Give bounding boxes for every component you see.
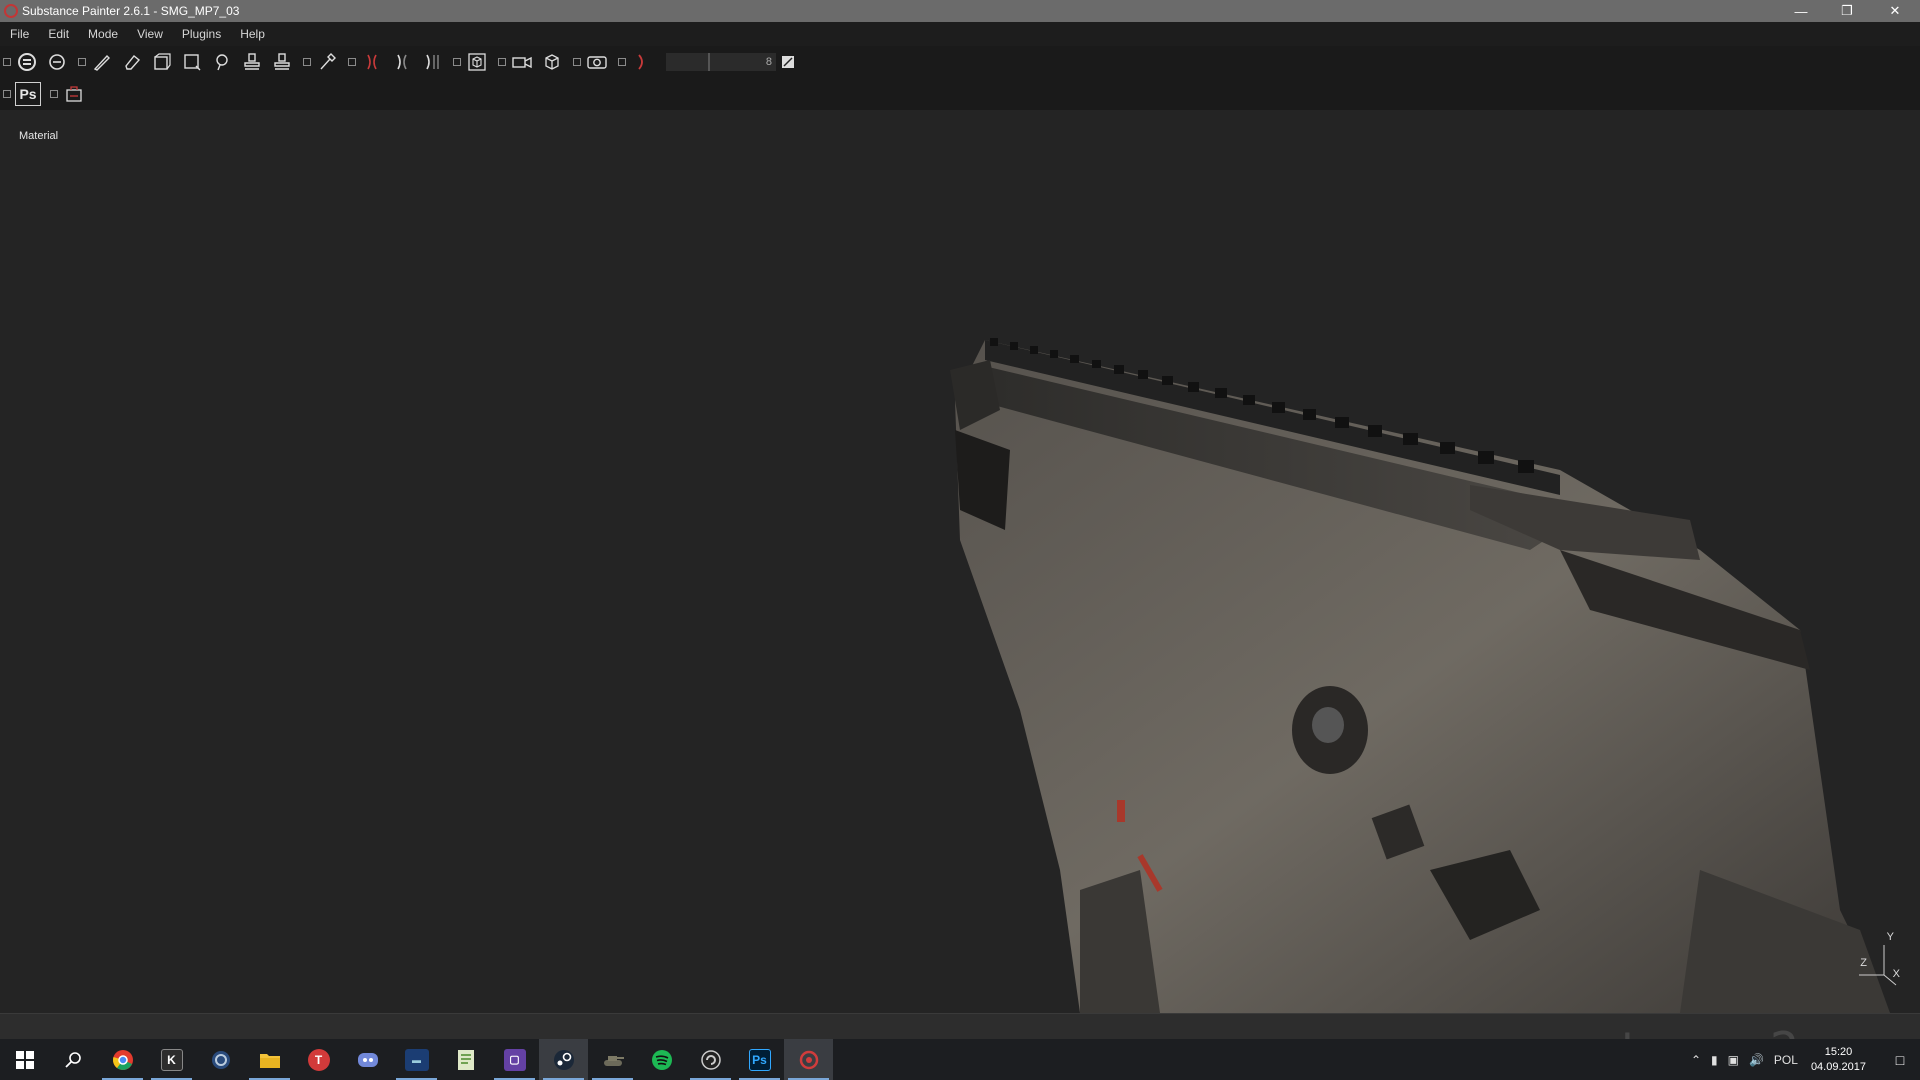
brush-size-slider[interactable]: 8 — [666, 53, 776, 71]
restore-button[interactable]: ❐ — [1824, 0, 1870, 22]
camera-icon[interactable] — [510, 50, 534, 74]
photoshop-export-button[interactable]: Ps — [15, 82, 41, 106]
picker-icon[interactable] — [315, 50, 339, 74]
substance-app-icon — [4, 4, 18, 18]
export-plugin-icon[interactable] — [62, 82, 86, 106]
close-button[interactable]: ✕ — [1870, 0, 1920, 22]
menu-help[interactable]: Help — [240, 27, 265, 41]
axis-gizmo — [1859, 945, 1897, 986]
detach-icon[interactable] — [3, 58, 11, 66]
clone-icon[interactable] — [240, 50, 264, 74]
detach-icon[interactable] — [573, 58, 581, 66]
chrome-icon[interactable] — [98, 1039, 147, 1080]
volume-icon[interactable]: 🔊 — [1749, 1053, 1764, 1067]
menu-plugins[interactable]: Plugins — [182, 27, 221, 41]
tank-game-icon[interactable] — [588, 1039, 637, 1080]
clock-date: 04.09.2017 — [1810, 1060, 1866, 1073]
notepad-icon[interactable] — [441, 1039, 490, 1080]
clock-time: 15:20 — [1824, 1045, 1853, 1058]
system-tray: ⌃ ▮ ▣ 🔊 POL 15:20 04.09.2017 □ — [1686, 1039, 1920, 1080]
substance-logo-icon[interactable] — [15, 50, 39, 74]
plugins-toolbar: Ps — [0, 78, 1920, 110]
minimize-button[interactable]: — — [1778, 0, 1824, 22]
axis-z-label: Z — [1860, 957, 1867, 969]
project-icon[interactable] — [45, 50, 69, 74]
gimp-icon[interactable] — [686, 1039, 735, 1080]
teamspeak-icon[interactable] — [196, 1039, 245, 1080]
axis-x-label: X — [1892, 968, 1900, 980]
show-hidden-icons-icon[interactable]: ⌃ — [1691, 1053, 1701, 1067]
clone-stamp-icon[interactable] — [270, 50, 294, 74]
menu-view[interactable]: View — [137, 27, 163, 41]
substance-painter-icon[interactable] — [784, 1039, 833, 1080]
cube-icon[interactable] — [465, 50, 489, 74]
detach-icon[interactable] — [50, 90, 58, 98]
steam-icon[interactable] — [539, 1039, 588, 1080]
t-app-icon[interactable]: T — [294, 1039, 343, 1080]
symmetry-icon[interactable] — [360, 50, 384, 74]
mirror-icon[interactable] — [390, 50, 414, 74]
tools-toolbar: 8 — [0, 46, 1920, 78]
discord-icon[interactable] — [343, 1039, 392, 1080]
eraser-icon[interactable] — [120, 50, 144, 74]
photoshop-icon[interactable]: Ps — [735, 1039, 784, 1080]
smudge-icon[interactable] — [210, 50, 234, 74]
ring-icon[interactable] — [630, 50, 654, 74]
window-title: Substance Painter 2.6.1 - SMG_MP7_03 — [22, 4, 240, 18]
detach-icon[interactable] — [3, 90, 11, 98]
screenshot-icon[interactable] — [585, 50, 609, 74]
axis-y-label: Y — [1886, 931, 1894, 943]
paint-brush-icon[interactable] — [90, 50, 114, 74]
slider-knob[interactable] — [708, 53, 710, 71]
menu-edit[interactable]: Edit — [48, 27, 69, 41]
brush-size-value: 8 — [765, 56, 772, 68]
windows-taskbar: K T ▬ ▢ Ps ⌃ ▮ ▣ 🔊 POL 15:20 04.09.2017 … — [0, 1039, 1920, 1080]
menu-bar: File Edit Mode View Plugins Help — [0, 22, 1920, 46]
clock[interactable]: 15:20 04.09.2017 — [1811, 1045, 1866, 1075]
polygon-fill-icon[interactable] — [180, 50, 204, 74]
notifications-icon[interactable]: □ — [1880, 1039, 1920, 1080]
search-icon[interactable] — [49, 1039, 98, 1080]
menu-file[interactable]: File — [10, 27, 29, 41]
file-explorer-icon[interactable] — [245, 1039, 294, 1080]
edit-value-icon[interactable] — [776, 50, 800, 74]
detach-icon[interactable] — [618, 58, 626, 66]
detach-icon[interactable] — [453, 58, 461, 66]
3d-viewport[interactable]: Material Y Z X — [0, 110, 1920, 1013]
network-icon[interactable]: ▣ — [1728, 1053, 1739, 1067]
smg-model — [950, 338, 1890, 1013]
mirror-x-icon[interactable] — [420, 50, 444, 74]
media-app-icon[interactable]: ▬ — [392, 1039, 441, 1080]
game-launcher-icon[interactable]: K — [147, 1039, 196, 1080]
menu-mode[interactable]: Mode — [88, 27, 118, 41]
window-controls: — ❐ ✕ — [1778, 0, 1920, 22]
language-indicator[interactable]: POL — [1774, 1053, 1798, 1067]
box-icon[interactable] — [540, 50, 564, 74]
detach-icon[interactable] — [303, 58, 311, 66]
twitch-icon[interactable]: ▢ — [490, 1039, 539, 1080]
spotify-icon[interactable] — [637, 1039, 686, 1080]
detach-icon[interactable] — [498, 58, 506, 66]
battery-icon[interactable]: ▮ — [1711, 1053, 1718, 1067]
title-bar: Substance Painter 2.6.1 - SMG_MP7_03 — ❐… — [0, 0, 1920, 22]
detach-icon[interactable] — [78, 58, 86, 66]
windows-start-icon[interactable] — [0, 1039, 49, 1080]
projection-icon[interactable] — [150, 50, 174, 74]
detach-icon[interactable] — [348, 58, 356, 66]
